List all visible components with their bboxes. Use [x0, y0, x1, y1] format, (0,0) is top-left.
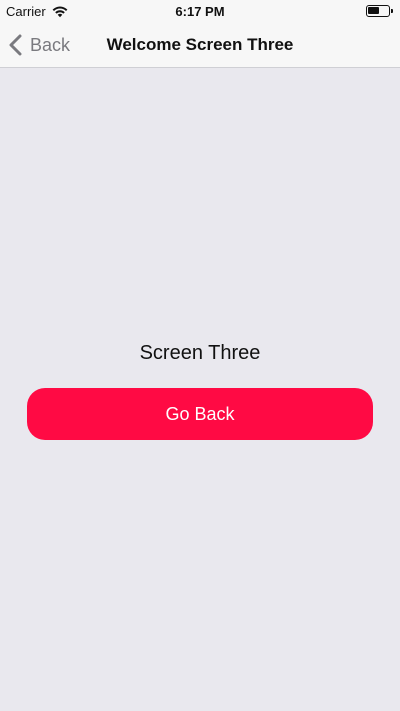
- navigation-bar: Back Welcome Screen Three: [0, 22, 400, 68]
- go-back-button[interactable]: Go Back: [27, 388, 373, 440]
- screen-content: Screen Three Go Back: [0, 68, 400, 711]
- screen-label: Screen Three: [139, 342, 261, 364]
- status-bar: Carrier 6:17 PM: [0, 0, 400, 22]
- status-time: 6:17 PM: [175, 4, 225, 19]
- battery-icon: [366, 5, 393, 17]
- page-title: Welcome Screen Three: [106, 35, 294, 54]
